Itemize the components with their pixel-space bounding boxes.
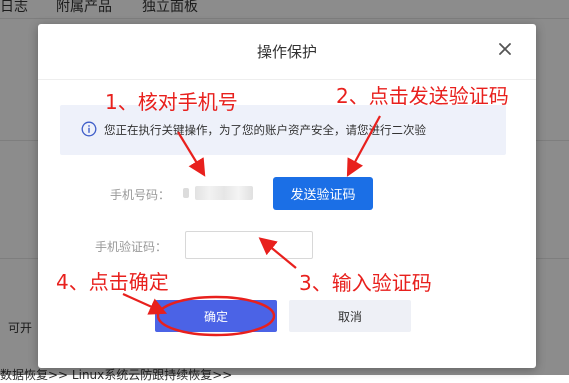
annotation-step4: 4、点击确定: [56, 270, 169, 294]
dialog-title: 操作保护: [256, 43, 317, 61]
phone-label: 手机号码：: [110, 188, 171, 202]
annotation-step3: 3、输入验证码: [299, 271, 432, 295]
dialog-header: 操作保护: [38, 24, 536, 80]
operation-protection-dialog: 操作保护 您正在执行关键操作，为了您的账户资产安全，请您进行二次验 手机号码： …: [38, 24, 536, 368]
annotation-step1: 1、核对手机号: [105, 90, 238, 114]
send-code-button[interactable]: 发送验证码: [273, 177, 373, 210]
verification-code-input[interactable]: [185, 231, 313, 259]
close-button[interactable]: [496, 40, 514, 58]
info-icon: [81, 121, 97, 137]
code-label: 手机验证码：: [95, 240, 168, 254]
close-icon: [499, 43, 511, 55]
notice-text: 您正在执行关键操作，为了您的账户资产安全，请您进行二次验: [104, 123, 426, 137]
annotation-step2: 2、点击发送验证码: [336, 84, 509, 108]
phone-number-masked: [183, 186, 253, 200]
confirm-button[interactable]: 确定: [155, 300, 277, 332]
cancel-button[interactable]: 取消: [289, 300, 411, 332]
